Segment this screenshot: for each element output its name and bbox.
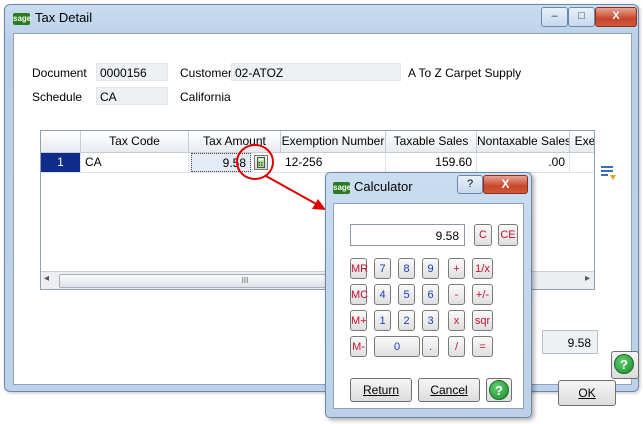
- schedule-label: Schedule: [32, 90, 83, 104]
- minimize-button[interactable]: –: [541, 7, 568, 27]
- calculator-body: 9.58 C CE MR 7 8 9 + 1/x MC 4 5 6 - +/- …: [333, 203, 524, 409]
- key-0[interactable]: 0: [374, 336, 420, 357]
- sage-logo-icon: sage: [333, 182, 352, 194]
- customer-label: Customer: [180, 66, 233, 80]
- square-root-key[interactable]: sqr: [472, 310, 493, 331]
- sage-logo-icon: sage: [13, 13, 32, 25]
- maximize-button[interactable]: □: [568, 7, 595, 27]
- plus-key[interactable]: +: [448, 258, 465, 279]
- window-client-area: Document 0000156 Customer 02-ATOZ A To Z…: [13, 33, 632, 406]
- help-icon: ?: [614, 354, 634, 374]
- multiply-key[interactable]: x: [448, 310, 465, 331]
- schedule-name: California: [180, 90, 231, 104]
- exemption-number-cell[interactable]: 12-256: [281, 153, 386, 172]
- ok-button[interactable]: OK: [558, 380, 616, 406]
- key-3[interactable]: 3: [422, 310, 439, 331]
- schedule-field: CA: [96, 87, 168, 105]
- calculator-display: 9.58: [350, 224, 465, 246]
- cancel-label: Cancel: [430, 383, 468, 397]
- refresh-grid-icon[interactable]: [600, 165, 618, 181]
- calculator-dialog: sage Calculator ? X 9.58 C CE MR 7 8 9 +…: [325, 172, 532, 418]
- total-tax-field: 9.58: [542, 330, 598, 354]
- document-field: 0000156: [96, 63, 168, 81]
- help-button[interactable]: ?: [611, 351, 639, 379]
- column-header-nontaxable-sales[interactable]: Nontaxable Sales: [477, 131, 570, 152]
- key-6[interactable]: 6: [422, 284, 439, 305]
- memory-clear-key[interactable]: MC: [350, 284, 368, 305]
- equals-key[interactable]: =: [472, 336, 493, 357]
- document-label: Document: [32, 66, 87, 80]
- calculator-help-green-button[interactable]: ?: [486, 378, 512, 402]
- column-header-exempt[interactable]: Exe: [570, 131, 594, 152]
- negate-key[interactable]: +/-: [472, 284, 493, 305]
- return-button[interactable]: Return: [350, 378, 412, 402]
- column-header-rownum: [41, 131, 81, 152]
- column-header-tax-amount[interactable]: Tax Amount: [189, 131, 281, 152]
- nontaxable-sales-cell[interactable]: .00: [477, 153, 570, 172]
- title-bar[interactable]: sage Tax Detail – □ X: [5, 5, 638, 31]
- ok-label: OK: [578, 386, 596, 400]
- memory-add-key[interactable]: M+: [350, 310, 367, 331]
- cancel-button[interactable]: Cancel: [418, 378, 480, 402]
- close-button[interactable]: X: [595, 7, 637, 27]
- clear-entry-key[interactable]: CE: [498, 224, 518, 246]
- row-number[interactable]: 1: [41, 153, 81, 172]
- key-8[interactable]: 8: [398, 258, 415, 279]
- key-4[interactable]: 4: [374, 284, 391, 305]
- customer-field: 02-ATOZ: [231, 63, 401, 81]
- scroll-left-icon[interactable]: ◂: [44, 273, 49, 284]
- key-2[interactable]: 2: [398, 310, 415, 331]
- calculator-help-button[interactable]: ?: [457, 175, 483, 194]
- key-1[interactable]: 1: [374, 310, 391, 331]
- help-icon: ?: [489, 380, 509, 400]
- reciprocal-key[interactable]: 1/x: [472, 258, 493, 279]
- table-row[interactable]: 1 CA 9.58 12-256 159.60 .00: [41, 153, 594, 173]
- calculator-launch-icon[interactable]: [254, 155, 268, 170]
- window-title: Tax Detail: [35, 10, 93, 25]
- clear-key[interactable]: C: [474, 224, 492, 246]
- memory-recall-key[interactable]: MR: [350, 258, 368, 279]
- column-header-exemption-number[interactable]: Exemption Number: [281, 131, 386, 152]
- tax-detail-window: sage Tax Detail – □ X Document 0000156 C…: [4, 4, 639, 406]
- tax-amount-cell[interactable]: 9.58: [191, 153, 251, 172]
- customer-name: A To Z Carpet Supply: [408, 66, 522, 80]
- scroll-right-icon[interactable]: ▸: [585, 273, 590, 284]
- return-label: Return: [362, 383, 400, 397]
- calculator-title: Calculator: [354, 179, 413, 194]
- memory-subtract-key[interactable]: M-: [350, 336, 367, 357]
- key-5[interactable]: 5: [398, 284, 415, 305]
- column-header-tax-code[interactable]: Tax Code: [81, 131, 189, 152]
- divide-key[interactable]: /: [448, 336, 465, 357]
- key-7[interactable]: 7: [374, 258, 391, 279]
- tax-code-cell[interactable]: CA: [81, 153, 189, 172]
- decimal-key[interactable]: .: [422, 336, 439, 357]
- minus-key[interactable]: -: [448, 284, 465, 305]
- calculator-close-button[interactable]: X: [483, 175, 528, 194]
- column-header-taxable-sales[interactable]: Taxable Sales: [386, 131, 477, 152]
- taxable-sales-cell[interactable]: 159.60: [386, 153, 477, 172]
- grid-header: Tax Code Tax Amount Exemption Number Tax…: [41, 131, 594, 153]
- key-9[interactable]: 9: [422, 258, 439, 279]
